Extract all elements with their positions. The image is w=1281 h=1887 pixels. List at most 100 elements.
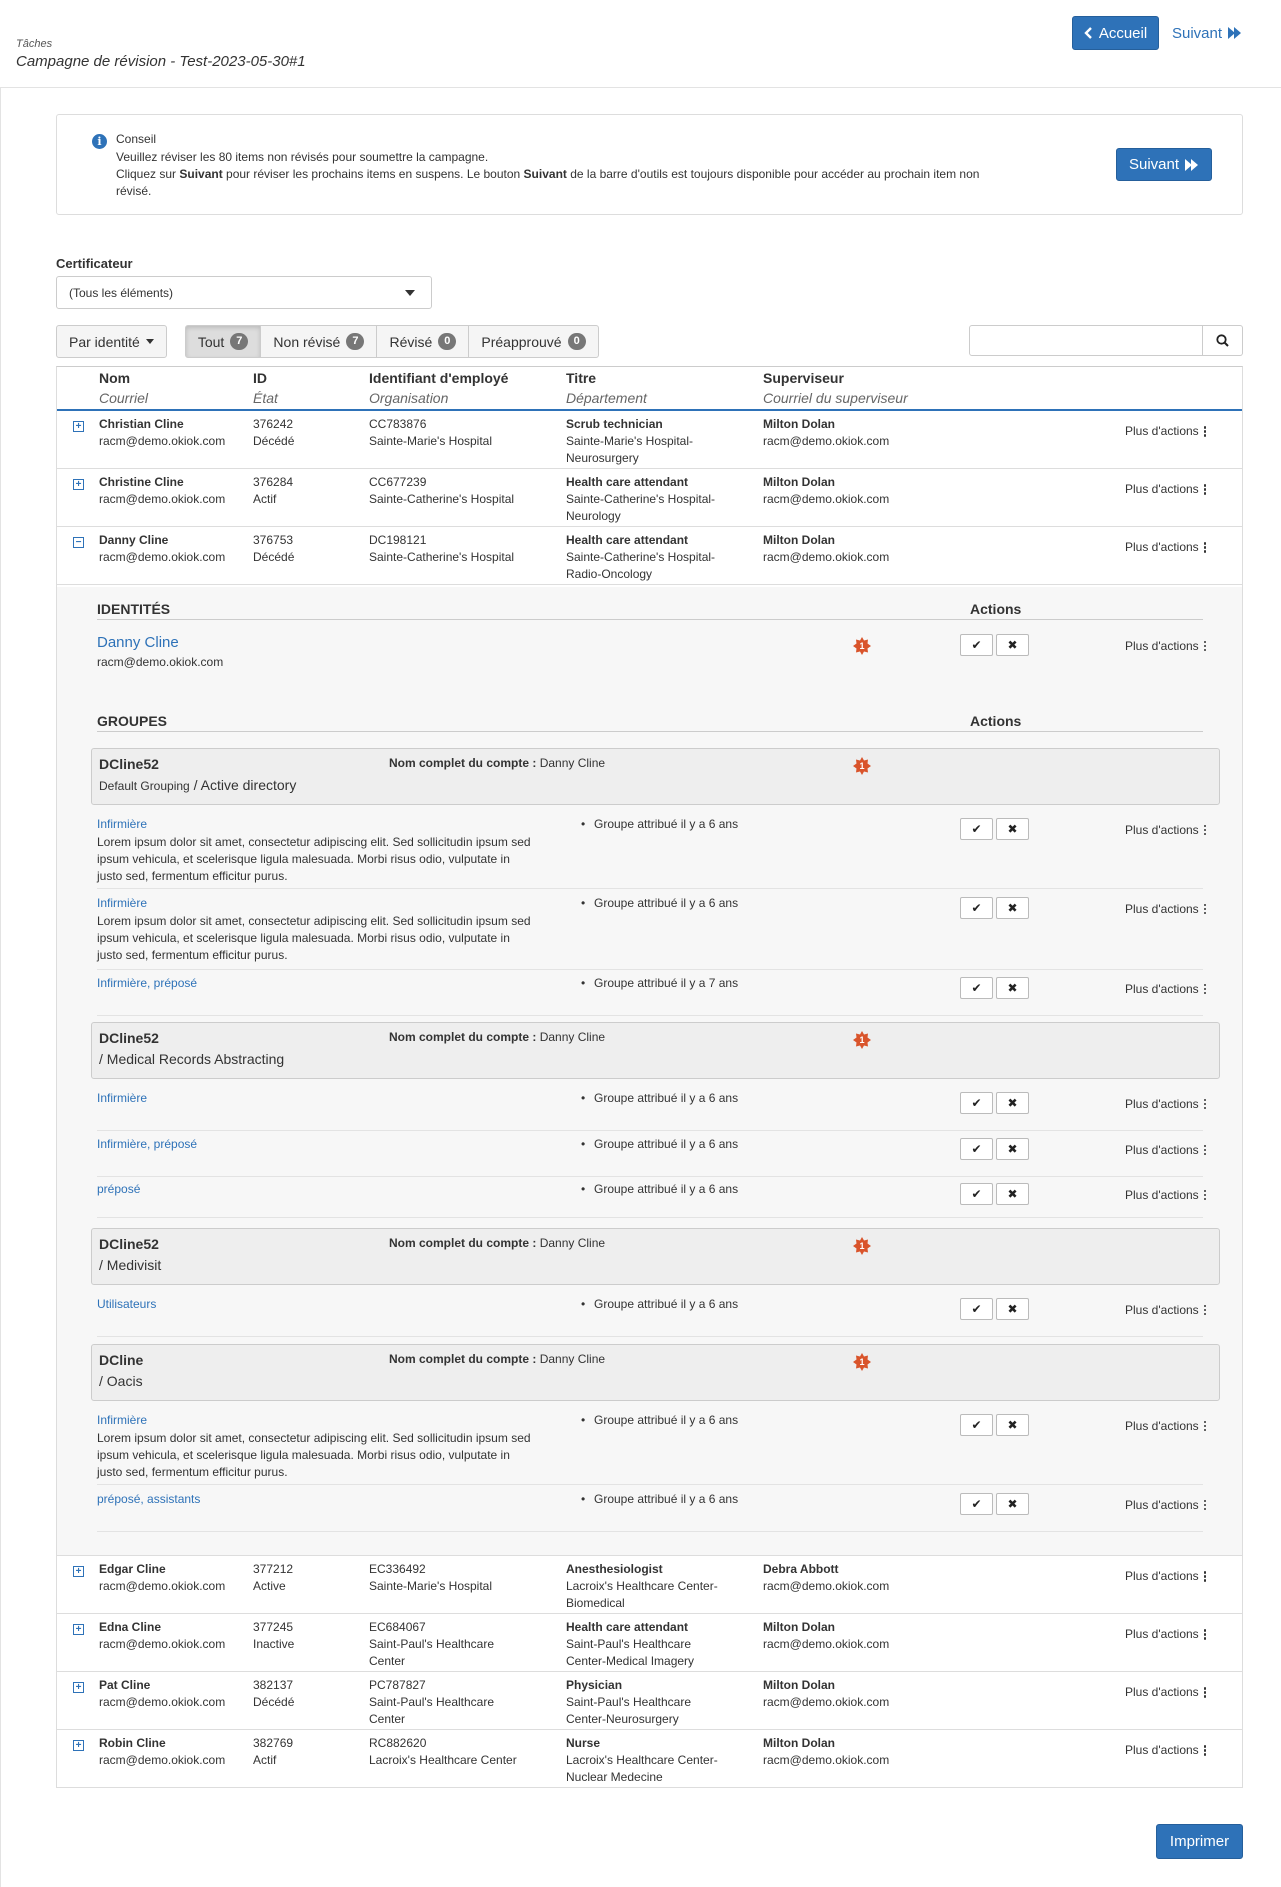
search-button[interactable] [1203, 325, 1243, 356]
expand-toggle-icon[interactable]: + [73, 1624, 84, 1635]
filter-revise[interactable]: Révisé 0 [376, 325, 470, 358]
col-id[interactable]: ID État [253, 370, 278, 406]
group-entry-link[interactable]: Infirmière, préposé [97, 1137, 197, 1151]
account-name: DCline [99, 1352, 144, 1368]
reject-button[interactable]: ✖ [996, 1493, 1029, 1515]
more-actions-button[interactable]: Plus d'actions [1125, 481, 1207, 498]
print-button[interactable]: Imprimer [1156, 1824, 1243, 1859]
group-entry-link[interactable]: Infirmière [97, 1413, 147, 1427]
kebab-icon [1203, 824, 1207, 836]
approve-button[interactable]: ✔ [960, 1092, 993, 1114]
row-title-cell: Scrub technician Sainte-Marie's Hospital-… [566, 417, 694, 465]
group-entry-link[interactable]: Infirmière, préposé [97, 976, 197, 990]
reject-button[interactable]: ✖ [996, 1138, 1029, 1160]
kebab-icon [1203, 903, 1207, 915]
col-superviseur[interactable]: Superviseur Courriel du superviseur [763, 370, 908, 406]
more-actions-button[interactable]: Plus d'actions [1125, 1188, 1207, 1202]
kebab-icon [1203, 1144, 1207, 1156]
group-entry-link[interactable]: Infirmière [97, 1091, 147, 1105]
more-actions-button[interactable]: Plus d'actions [1125, 423, 1207, 440]
breadcrumb[interactable]: Tâches [16, 38, 52, 50]
expand-toggle-icon[interactable]: + [73, 421, 84, 432]
group-entry: Infirmière Lorem ipsum dolor sit amet, c… [97, 1413, 1203, 1485]
more-actions-button[interactable]: Plus d'actions [1125, 1143, 1207, 1157]
more-actions-button[interactable]: Plus d'actions [1125, 982, 1207, 996]
more-actions-button[interactable]: Plus d'actions [1125, 902, 1207, 916]
more-actions-button[interactable]: Plus d'actions [1125, 1626, 1207, 1643]
row-name-cell: Edgar Cline racm@demo.okiok.com [99, 1562, 226, 1593]
approve-button[interactable]: ✔ [960, 818, 993, 840]
reject-button[interactable]: ✖ [996, 897, 1029, 919]
double-forward-icon [1185, 158, 1199, 171]
kebab-icon [1203, 1629, 1207, 1640]
filter-preapprouve[interactable]: Préapprouvé 0 [468, 325, 599, 358]
more-actions-button[interactable]: Plus d'actions [1125, 1568, 1207, 1585]
approve-button[interactable]: ✔ [960, 1298, 993, 1320]
kebab-icon [1203, 542, 1207, 553]
reject-button[interactable]: ✖ [996, 977, 1029, 999]
approve-button[interactable]: ✔ [960, 1414, 993, 1436]
check-icon: ✔ [971, 1302, 982, 1316]
table-row[interactable]: + Christine Cline racm@demo.okiok.com 376… [57, 469, 1242, 527]
approve-button[interactable]: ✔ [960, 1138, 993, 1160]
more-actions-button[interactable]: Plus d'actions [1125, 539, 1207, 556]
reject-button[interactable]: ✖ [996, 1092, 1029, 1114]
more-actions-button[interactable]: Plus d'actions [1125, 823, 1207, 837]
more-actions-button[interactable]: Plus d'actions [1125, 1742, 1207, 1759]
check-icon: ✔ [971, 981, 982, 995]
search-input[interactable] [969, 325, 1204, 356]
table-row[interactable]: − Danny Cline racm@demo.okiok.com 376753 D… [57, 527, 1242, 585]
par-identite-dropdown[interactable]: Par identité [56, 325, 167, 358]
reject-button[interactable]: ✖ [996, 1298, 1029, 1320]
group-entry-link[interactable]: Infirmière [97, 896, 147, 910]
table-row[interactable]: + Christian Cline racm@demo.okiok.com 376… [57, 411, 1242, 469]
col-employe[interactable]: Identifiant d'employé Organisation [369, 370, 508, 406]
more-actions-button[interactable]: Plus d'actions [1125, 1303, 1207, 1317]
table-row[interactable]: + Pat Cline racm@demo.okiok.com 382137 Déc… [57, 1672, 1242, 1730]
table-row[interactable]: + Robin Cline racm@demo.okiok.com 382769 A… [57, 1730, 1242, 1788]
certificateur-select[interactable]: (Tous les éléments) [56, 276, 432, 309]
row-name-cell: Christine Cline racm@demo.okiok.com [99, 475, 226, 506]
table-row[interactable]: + Edna Cline racm@demo.okiok.com 377245 In… [57, 1614, 1242, 1672]
kebab-icon [1203, 1745, 1207, 1756]
expand-toggle-icon[interactable]: + [73, 1740, 84, 1751]
group-entry-link[interactable]: préposé, assistants [97, 1492, 200, 1506]
more-actions-button[interactable]: Plus d'actions [1125, 1097, 1207, 1111]
reject-button[interactable]: ✖ [996, 634, 1029, 656]
expand-toggle-icon[interactable]: + [73, 1566, 84, 1577]
suivant-top-link[interactable]: Suivant [1172, 16, 1242, 50]
group-entry: préposé Groupe attribué il y a 6 ans [97, 1182, 1203, 1218]
more-actions-button[interactable]: Plus d'actions [1125, 1498, 1207, 1512]
approve-button[interactable]: ✔ [960, 634, 993, 656]
group-entry-link[interactable]: préposé [97, 1182, 140, 1196]
approve-button[interactable]: ✔ [960, 897, 993, 919]
identity-name-link[interactable]: Danny Cline [97, 634, 179, 651]
reject-button[interactable]: ✖ [996, 818, 1029, 840]
suivant-tip-button[interactable]: Suivant [1116, 148, 1212, 181]
table-row[interactable]: + Edgar Cline racm@demo.okiok.com 377212 A… [57, 1556, 1242, 1614]
col-nom[interactable]: Nom Courriel [99, 370, 148, 406]
accueil-button[interactable]: Accueil [1072, 16, 1159, 50]
expand-toggle-icon[interactable]: + [73, 1682, 84, 1693]
more-actions-button[interactable]: Plus d'actions [1125, 1684, 1207, 1701]
expand-toggle-icon[interactable]: − [73, 537, 84, 548]
row-id-cell: 382137 Décédé [253, 1678, 295, 1709]
group-entry-link[interactable]: Utilisateurs [97, 1297, 156, 1311]
row-supervisor-cell: Milton Dolan racm@demo.okiok.com [763, 1736, 890, 1767]
reject-button[interactable]: ✖ [996, 1183, 1029, 1205]
group-entry-link[interactable]: Infirmière [97, 817, 147, 831]
count-badge: 0 [567, 333, 586, 350]
approve-button[interactable]: ✔ [960, 1183, 993, 1205]
close-icon: ✖ [1007, 1096, 1018, 1110]
filter-tout[interactable]: Tout 7 [184, 325, 262, 358]
filter-non-revise[interactable]: Non révisé 7 [260, 325, 378, 358]
approve-button[interactable]: ✔ [960, 1493, 993, 1515]
expand-toggle-icon[interactable]: + [73, 479, 84, 490]
more-actions-button[interactable]: Plus d'actions [1125, 639, 1207, 653]
alert-badge-icon: 1 [853, 757, 871, 775]
reject-button[interactable]: ✖ [996, 1414, 1029, 1436]
groupes-header: GROUPES Actions [97, 713, 1203, 732]
col-titre[interactable]: Titre Département [566, 370, 647, 406]
more-actions-button[interactable]: Plus d'actions [1125, 1419, 1207, 1433]
approve-button[interactable]: ✔ [960, 977, 993, 999]
